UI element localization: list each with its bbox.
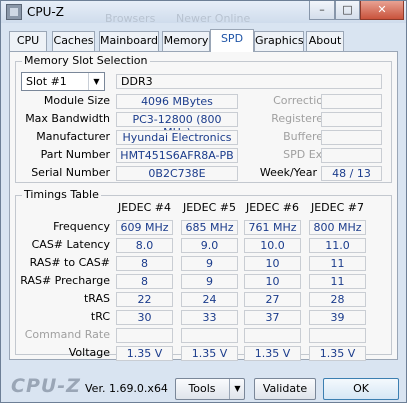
tab-cpu[interactable]: CPU <box>9 31 47 51</box>
timing-cell: 8 <box>116 274 173 289</box>
module-size-label: Module Size <box>43 94 110 107</box>
timing-row-label: RAS# Precharge <box>20 274 110 287</box>
timing-row-label: Command Rate <box>24 328 110 341</box>
spd-panel: Memory Slot Selection Slot #1 ▼ DDR3 Mod… <box>9 51 398 361</box>
close-button[interactable]: ✕ <box>360 1 404 20</box>
timing-cell: 9 <box>181 274 238 289</box>
timing-cell: 9.0 <box>181 238 238 253</box>
timing-row-label: CAS# Latency <box>31 238 110 251</box>
timing-cell: 28 <box>309 292 366 307</box>
title-bar[interactable]: CPU-Z Browsers Newer Online – □ ✕ <box>1 1 406 25</box>
timing-row-label: tRAS <box>83 292 110 305</box>
timing-cell: 37 <box>244 310 301 325</box>
tab-spd[interactable]: SPD <box>210 29 254 52</box>
cpuz-app-icon <box>6 4 22 20</box>
timing-cell: 10.0 <box>244 238 301 253</box>
timing-cell: 761 MHz <box>244 220 301 235</box>
timing-cell: 609 MHz <box>116 220 173 235</box>
timing-cell: 8 <box>116 256 173 271</box>
memory-slot-selection-group: Memory Slot Selection Slot #1 ▼ DDR3 Mod… <box>15 54 392 183</box>
buffered-value <box>321 130 382 145</box>
timing-row-label: Voltage <box>68 346 110 359</box>
spd-ext-value <box>321 148 382 163</box>
close-icon: ✕ <box>377 3 387 16</box>
timing-cell: 9 <box>181 256 238 271</box>
spd-ext-label: SPD Ext. <box>283 148 330 161</box>
correction-value <box>321 94 382 109</box>
tab-caches[interactable]: Caches <box>52 31 95 51</box>
background-window-text: Newer Online <box>176 12 251 25</box>
timing-cell: 1.35 V <box>181 346 238 361</box>
timing-cell <box>181 328 238 343</box>
timings-column-header: JEDEC #7 <box>310 201 364 214</box>
timing-cell: 800 MHz <box>309 220 366 235</box>
chevron-down-icon[interactable]: ▼ <box>229 379 245 399</box>
timing-row-label: RAS# to CAS# <box>29 256 110 269</box>
timings-table-group: Timings Table JEDEC #4 JEDEC #5 JEDEC #6 JE… <box>15 188 392 361</box>
part-number-value: HMT451S6AFR8A-PB <box>116 148 238 163</box>
tab-memory[interactable]: Memory <box>162 31 210 51</box>
buffered-label: Buffered <box>283 130 330 143</box>
timing-cell: 22 <box>116 292 173 307</box>
timing-cell: 27 <box>244 292 301 307</box>
group-title: Memory Slot Selection <box>22 54 150 67</box>
correction-label: Correction <box>273 94 330 107</box>
tab-mainboard[interactable]: Mainboard <box>99 31 159 51</box>
manufacturer-label: Manufacturer <box>36 130 110 143</box>
registered-value <box>321 112 382 127</box>
timing-cell: 24 <box>181 292 238 307</box>
manufacturer-value: Hyundai Electronics <box>116 130 238 145</box>
background-window-text: Browsers <box>105 12 156 25</box>
serial-number-value: 0B2C738E <box>116 166 238 181</box>
max-bandwidth-label: Max Bandwidth <box>25 112 110 125</box>
tools-button[interactable]: Tools ▼ <box>175 378 245 400</box>
chevron-down-icon: ▼ <box>88 73 104 90</box>
module-size-value: 4096 MBytes <box>116 94 238 109</box>
slot-select-value: Slot #1 <box>26 75 67 88</box>
timing-cell <box>116 328 173 343</box>
timing-cell: 10 <box>244 256 301 271</box>
timings-column-header: JEDEC #4 <box>117 201 171 214</box>
cpuz-window: CPU-Z Browsers Newer Online – □ ✕ CPU Ca… <box>0 0 407 403</box>
timing-cell: 30 <box>116 310 173 325</box>
timing-cell: 33 <box>181 310 238 325</box>
slot-select[interactable]: Slot #1 ▼ <box>21 72 105 91</box>
timings-column-header: JEDEC #5 <box>182 201 236 214</box>
version-label: Ver. 1.69.0.x64 <box>85 382 168 395</box>
ok-button[interactable]: OK <box>323 378 399 400</box>
timing-cell <box>244 328 301 343</box>
tab-about[interactable]: About <box>306 31 344 51</box>
timing-cell: 1.35 V <box>309 346 366 361</box>
minimize-icon: – <box>319 3 325 16</box>
validate-button[interactable]: Validate <box>254 378 316 400</box>
memory-type-field: DDR3 <box>116 74 382 89</box>
maximize-icon: □ <box>342 3 353 16</box>
week-year-label: Week/Year <box>259 166 317 179</box>
registered-label: Registered <box>271 112 330 125</box>
timing-cell: 11 <box>309 274 366 289</box>
tools-label: Tools <box>188 382 216 395</box>
max-bandwidth-value: PC3-12800 (800 MHz) <box>116 112 238 139</box>
timing-cell: 11.0 <box>309 238 366 253</box>
timing-row-label: tRC <box>90 310 110 323</box>
timing-row-label: Frequency <box>53 220 110 233</box>
timing-cell: 685 MHz <box>181 220 238 235</box>
serial-number-label: Serial Number <box>31 166 110 179</box>
timing-cell: 8.0 <box>116 238 173 253</box>
maximize-button[interactable]: □ <box>335 1 360 20</box>
week-year-value: 48 / 13 <box>321 166 382 181</box>
timing-cell <box>309 328 366 343</box>
minimize-button[interactable]: – <box>309 1 335 20</box>
timing-cell: 39 <box>309 310 366 325</box>
window-title: CPU-Z <box>27 5 64 19</box>
timing-cell: 1.35 V <box>244 346 301 361</box>
cpuz-logo: CPU-Z <box>11 375 81 397</box>
part-number-label: Part Number <box>40 148 110 161</box>
tab-graphics[interactable]: Graphics <box>254 31 304 51</box>
timing-cell: 1.35 V <box>116 346 173 361</box>
timings-column-header: JEDEC #6 <box>245 201 299 214</box>
timing-cell: 11 <box>309 256 366 271</box>
timing-cell: 10 <box>244 274 301 289</box>
group-title: Timings Table <box>22 188 101 201</box>
